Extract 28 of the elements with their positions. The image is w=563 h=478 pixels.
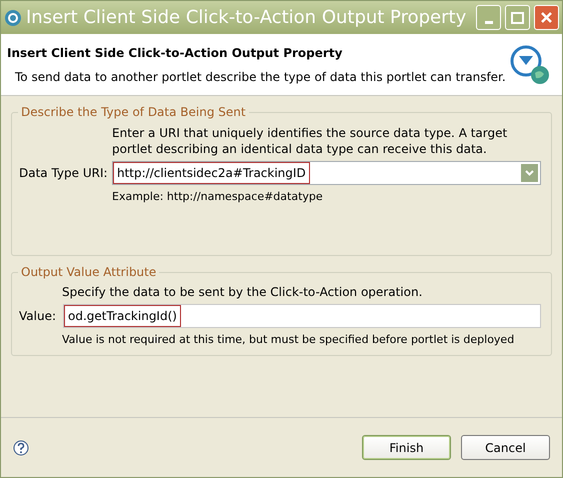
app-icon xyxy=(4,8,22,26)
combo-box[interactable]: http://clientsidec2a#TrackingID xyxy=(112,161,541,185)
instructions-text: Specify the data to be sent by the Click-to-Action operation. xyxy=(62,284,422,300)
input-field[interactable]: od.getTrackingId() xyxy=(63,304,541,328)
window-title: Insert Client Side Click-to-Action Output Property xyxy=(26,6,468,30)
close-button[interactable] xyxy=(534,5,559,30)
portlet-wizard-icon xyxy=(508,42,552,86)
hint-text: Value is not required at this time, but must be specified before portlet is deployed xyxy=(62,332,514,348)
maximize-icon xyxy=(511,12,524,24)
header-description: To send data to another portlet describe the type of data this portlet can transfer. xyxy=(14,68,507,86)
group-title: Describe the Type of Data Being Sent xyxy=(18,104,249,120)
minimize-button[interactable] xyxy=(476,5,501,30)
finish-button[interactable]: Finish xyxy=(362,435,451,460)
hint-text: Example: http://namespace#datatype xyxy=(112,189,323,205)
field-label: Value: xyxy=(19,308,57,325)
chevron-down-icon xyxy=(525,170,534,176)
minimize-icon xyxy=(484,21,492,24)
close-icon xyxy=(540,11,553,24)
dropdown-button[interactable] xyxy=(521,164,538,182)
group-title: Output Value Attribute xyxy=(18,264,160,280)
header-title: Insert Client Side Click-to-Action Output Property xyxy=(7,44,344,62)
help-icon[interactable] xyxy=(13,440,29,456)
value-text: od.getTrackingId() xyxy=(64,305,181,327)
maximize-button[interactable] xyxy=(505,5,530,30)
cancel-button[interactable]: Cancel xyxy=(461,435,550,460)
instructions-text: Enter a URI that uniquely identifies the source data type. A target portlet describing an identical data type can receive this data. xyxy=(112,125,508,157)
value-text: http://clientsidec2a#TrackingID xyxy=(113,162,310,184)
field-label: Data Type URI: xyxy=(19,165,109,182)
